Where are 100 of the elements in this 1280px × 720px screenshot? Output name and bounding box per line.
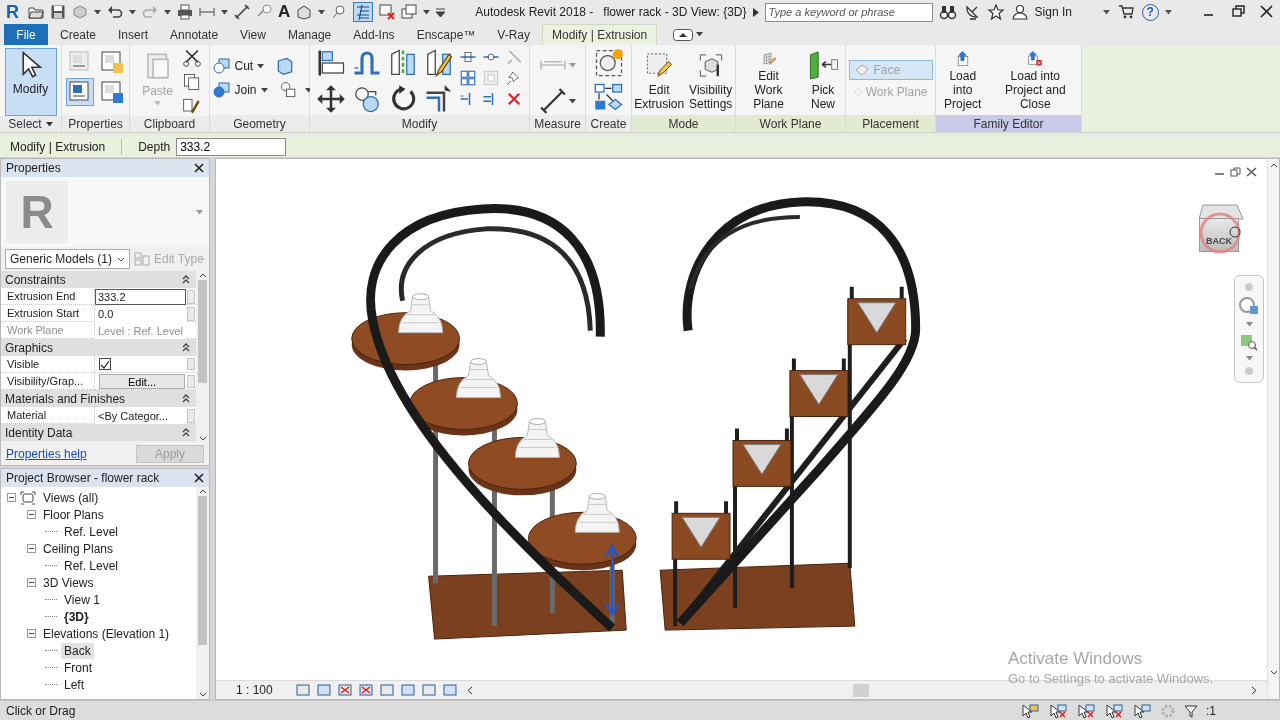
properties-toggle[interactable] (65, 78, 94, 106)
tree-item[interactable]: Left (61, 676, 87, 693)
drag-elements-icon[interactable] (1132, 702, 1152, 719)
binoculars-icon[interactable] (938, 4, 957, 20)
property-group-header[interactable]: Materials and Finishes (1, 390, 196, 407)
tree-item[interactable]: Ref. Level (61, 557, 122, 574)
collapse-chevron-icon[interactable] (182, 428, 190, 437)
zoom-region-icon[interactable] (1239, 332, 1259, 351)
tree-item[interactable]: {3D} (61, 608, 92, 625)
tree-item[interactable]: Elevations (Elevation 1) (40, 625, 173, 642)
property-value[interactable]: Edit... (95, 373, 186, 390)
panel-toggle-icon[interactable] (673, 28, 694, 41)
caret-icon[interactable] (1164, 9, 1172, 15)
caret-icon[interactable] (1102, 9, 1110, 15)
property-group-header[interactable]: Constraints (1, 271, 196, 288)
search-field[interactable]: Type a keyword or phrase (764, 2, 933, 22)
join-button[interactable]: Join (207, 80, 273, 100)
caret-icon[interactable] (696, 32, 704, 37)
caret-icon[interactable] (568, 98, 576, 104)
edit-button[interactable]: Edit... (99, 374, 185, 389)
shadows-icon[interactable] (358, 683, 374, 697)
collapse-chevron-icon[interactable] (182, 394, 190, 403)
undo-icon[interactable] (107, 4, 123, 20)
cut-button[interactable]: Cut (207, 56, 270, 76)
caret-icon[interactable] (260, 87, 268, 93)
view-scale[interactable]: 1 : 100 (236, 683, 290, 697)
steering-wheel-icon[interactable] (1238, 296, 1260, 317)
ribbon-button[interactable]: Visibility Settings (688, 48, 733, 114)
thin-lines-icon[interactable] (353, 2, 374, 22)
select-underlay-icon[interactable] (1048, 702, 1068, 719)
view-cube[interactable]: BACK (1195, 204, 1249, 262)
ribbon-tab[interactable]: File (4, 24, 48, 45)
ribbon-tab[interactable]: Enscape™ (406, 24, 486, 45)
property-group-header[interactable]: Identity Data (1, 424, 196, 441)
vertical-scrollbar[interactable] (1267, 159, 1279, 699)
ribbon-tab[interactable]: Manage (277, 24, 342, 45)
3d-view-canvas[interactable]: BACK Activate Windows Go to Settings to activate Windows. 1 : 100 (215, 158, 1280, 700)
switch-windows-icon[interactable] (401, 4, 418, 20)
property-group-header[interactable]: Graphics (1, 339, 196, 356)
ribbon-button[interactable]: Edit Work Plane (738, 48, 799, 114)
user-icon[interactable] (1010, 4, 1029, 20)
tree-item[interactable]: View 1 (61, 591, 103, 608)
move-arrows-icon[interactable] (315, 84, 346, 114)
tree-item[interactable]: Back (61, 642, 94, 659)
create-group-icon[interactable] (593, 82, 624, 112)
scrollbar-thumb[interactable] (198, 496, 207, 646)
modify-button[interactable]: Modify (4, 48, 57, 116)
tree-item[interactable]: Front (61, 659, 95, 676)
close-windows-icon[interactable] (379, 4, 396, 20)
tree-item[interactable]: Views (all) (40, 489, 102, 506)
caret-icon[interactable] (423, 9, 431, 15)
ribbon-button[interactable]: Load into Project and Close (991, 48, 1079, 114)
diagonal-dimension-icon[interactable] (234, 4, 250, 20)
ribbon-button[interactable]: Load into Project (938, 48, 988, 114)
tree-item[interactable]: Ceiling Plans (40, 540, 117, 557)
tree-item[interactable]: 3D Views (40, 574, 97, 591)
collapse-box-icon[interactable] (27, 544, 36, 553)
ribbon-tab[interactable]: View (230, 24, 276, 45)
caret-icon[interactable] (257, 63, 265, 69)
match-brush-icon[interactable] (181, 96, 202, 116)
caret-icon[interactable] (94, 9, 101, 15)
copy-icon[interactable] (181, 72, 202, 92)
expand-arrow-icon[interactable] (752, 7, 759, 17)
scrollbar-thumb[interactable] (198, 280, 207, 383)
caret-icon[interactable] (164, 9, 171, 15)
diagonal-measure-icon[interactable] (539, 88, 566, 114)
collapse-chevron-icon[interactable] (182, 275, 190, 284)
tree-item[interactable]: Floor Plans (40, 506, 107, 523)
tree-item[interactable]: Ref. Level (61, 523, 122, 540)
collapse-box-icon[interactable] (7, 493, 16, 502)
ribbon-button[interactable]: Edit Extrusion (634, 48, 685, 114)
ribbon-tab[interactable]: Add-Ins (343, 24, 405, 45)
collapse-chevron-icon[interactable] (182, 343, 190, 352)
caret-icon[interactable] (221, 9, 228, 15)
caret-icon[interactable] (45, 121, 53, 127)
ribbon-tab[interactable]: Annotate (160, 24, 229, 45)
scrollbar-thumb[interactable] (853, 683, 869, 697)
property-value[interactable]: 333.2 (95, 289, 186, 305)
app-logo[interactable]: R (6, 1, 22, 23)
collapse-box-icon[interactable] (27, 629, 36, 638)
ribbon-button[interactable]: Pick New (803, 48, 843, 114)
scrollbar[interactable] (196, 487, 209, 699)
select-links-icon[interactable] (1020, 702, 1040, 719)
customize-icon[interactable] (436, 7, 446, 17)
depth-field[interactable]: 333.2 (176, 137, 287, 156)
text-tool[interactable]: A (278, 2, 291, 22)
array-icon[interactable] (458, 69, 477, 87)
caret-icon[interactable] (318, 9, 326, 15)
checkbox[interactable] (99, 358, 111, 370)
scrollbar[interactable] (196, 271, 209, 443)
filter-icon[interactable] (1184, 703, 1198, 718)
open-folder-icon[interactable] (28, 4, 44, 20)
ribbon-tab[interactable]: Create (50, 24, 107, 45)
collapse-box-icon[interactable] (27, 510, 36, 519)
properties-help-link[interactable]: Properties help (6, 447, 87, 461)
sun-path-icon[interactable] (337, 683, 353, 697)
collapse-box-icon[interactable] (27, 578, 36, 587)
ribbon-tab[interactable]: Insert (108, 24, 159, 45)
save-icon[interactable] (50, 4, 66, 20)
print-icon[interactable] (177, 4, 193, 20)
